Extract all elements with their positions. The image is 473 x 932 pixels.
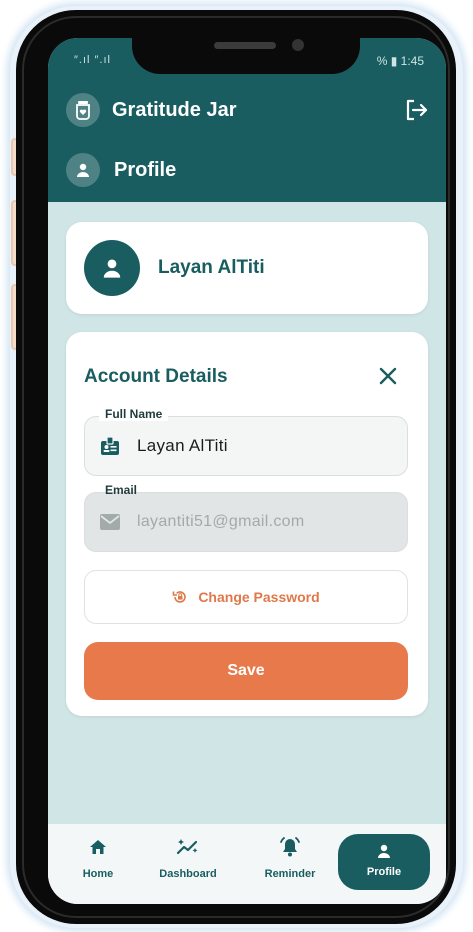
dashboard-icon xyxy=(176,839,198,855)
nav-profile-label: Profile xyxy=(366,866,402,878)
app-screen: ″.ıl ″.ıl % ▮ 1:45 Gratitude Jar Profile… xyxy=(48,38,446,904)
page-title: Profile xyxy=(114,158,177,181)
status-signal: ″.ıl ″.ıl xyxy=(74,54,111,66)
nav-dashboard-label: Dashboard xyxy=(159,868,217,880)
app-title: Gratitude Jar xyxy=(112,98,237,121)
person-icon xyxy=(66,153,100,187)
person-icon xyxy=(378,844,390,858)
email-label: Email xyxy=(105,483,138,497)
jar-icon xyxy=(66,93,100,127)
user-card: Layan AlTiti xyxy=(66,222,428,314)
nav-reminder[interactable]: Reminder xyxy=(250,834,330,894)
save-button[interactable]: Save xyxy=(84,642,408,700)
user-name: Layan AlTiti xyxy=(158,257,265,278)
page-title-row: Profile xyxy=(66,153,176,187)
full-name-field[interactable]: Full Name Layan AlTiti xyxy=(84,407,408,476)
nav-home-label: Home xyxy=(82,868,114,880)
change-password-label: Change Password xyxy=(198,589,320,605)
change-password-button[interactable]: Change Password xyxy=(84,570,408,624)
status-battery-time: % ▮ 1:45 xyxy=(376,54,424,68)
close-icon[interactable] xyxy=(378,366,398,386)
nav-home[interactable]: Home xyxy=(58,834,138,894)
id-badge-icon xyxy=(101,436,119,455)
bottom-navigation: Home Dashboard Reminder Profile xyxy=(48,824,446,904)
avatar xyxy=(84,240,140,296)
bell-icon xyxy=(280,837,300,857)
logout-icon[interactable] xyxy=(402,96,430,124)
account-details-card: Account Details Full Name Layan AlTiti E… xyxy=(66,332,428,716)
email-field: Email layantiti51@gmail.com xyxy=(84,483,408,552)
nav-reminder-label: Reminder xyxy=(264,868,316,880)
lock-reset-icon xyxy=(173,591,187,603)
account-details-title: Account Details xyxy=(84,366,228,387)
mail-icon xyxy=(100,514,120,530)
email-value: layantiti51@gmail.com xyxy=(137,513,305,530)
nav-dashboard[interactable]: Dashboard xyxy=(148,834,228,894)
full-name-value: Layan AlTiti xyxy=(137,436,228,455)
home-icon xyxy=(90,840,106,854)
app-title-row: Gratitude Jar xyxy=(66,93,236,127)
phone-notch xyxy=(132,20,360,74)
full-name-label: Full Name xyxy=(99,407,169,421)
person-icon xyxy=(103,259,121,278)
nav-profile[interactable]: Profile xyxy=(338,834,430,890)
